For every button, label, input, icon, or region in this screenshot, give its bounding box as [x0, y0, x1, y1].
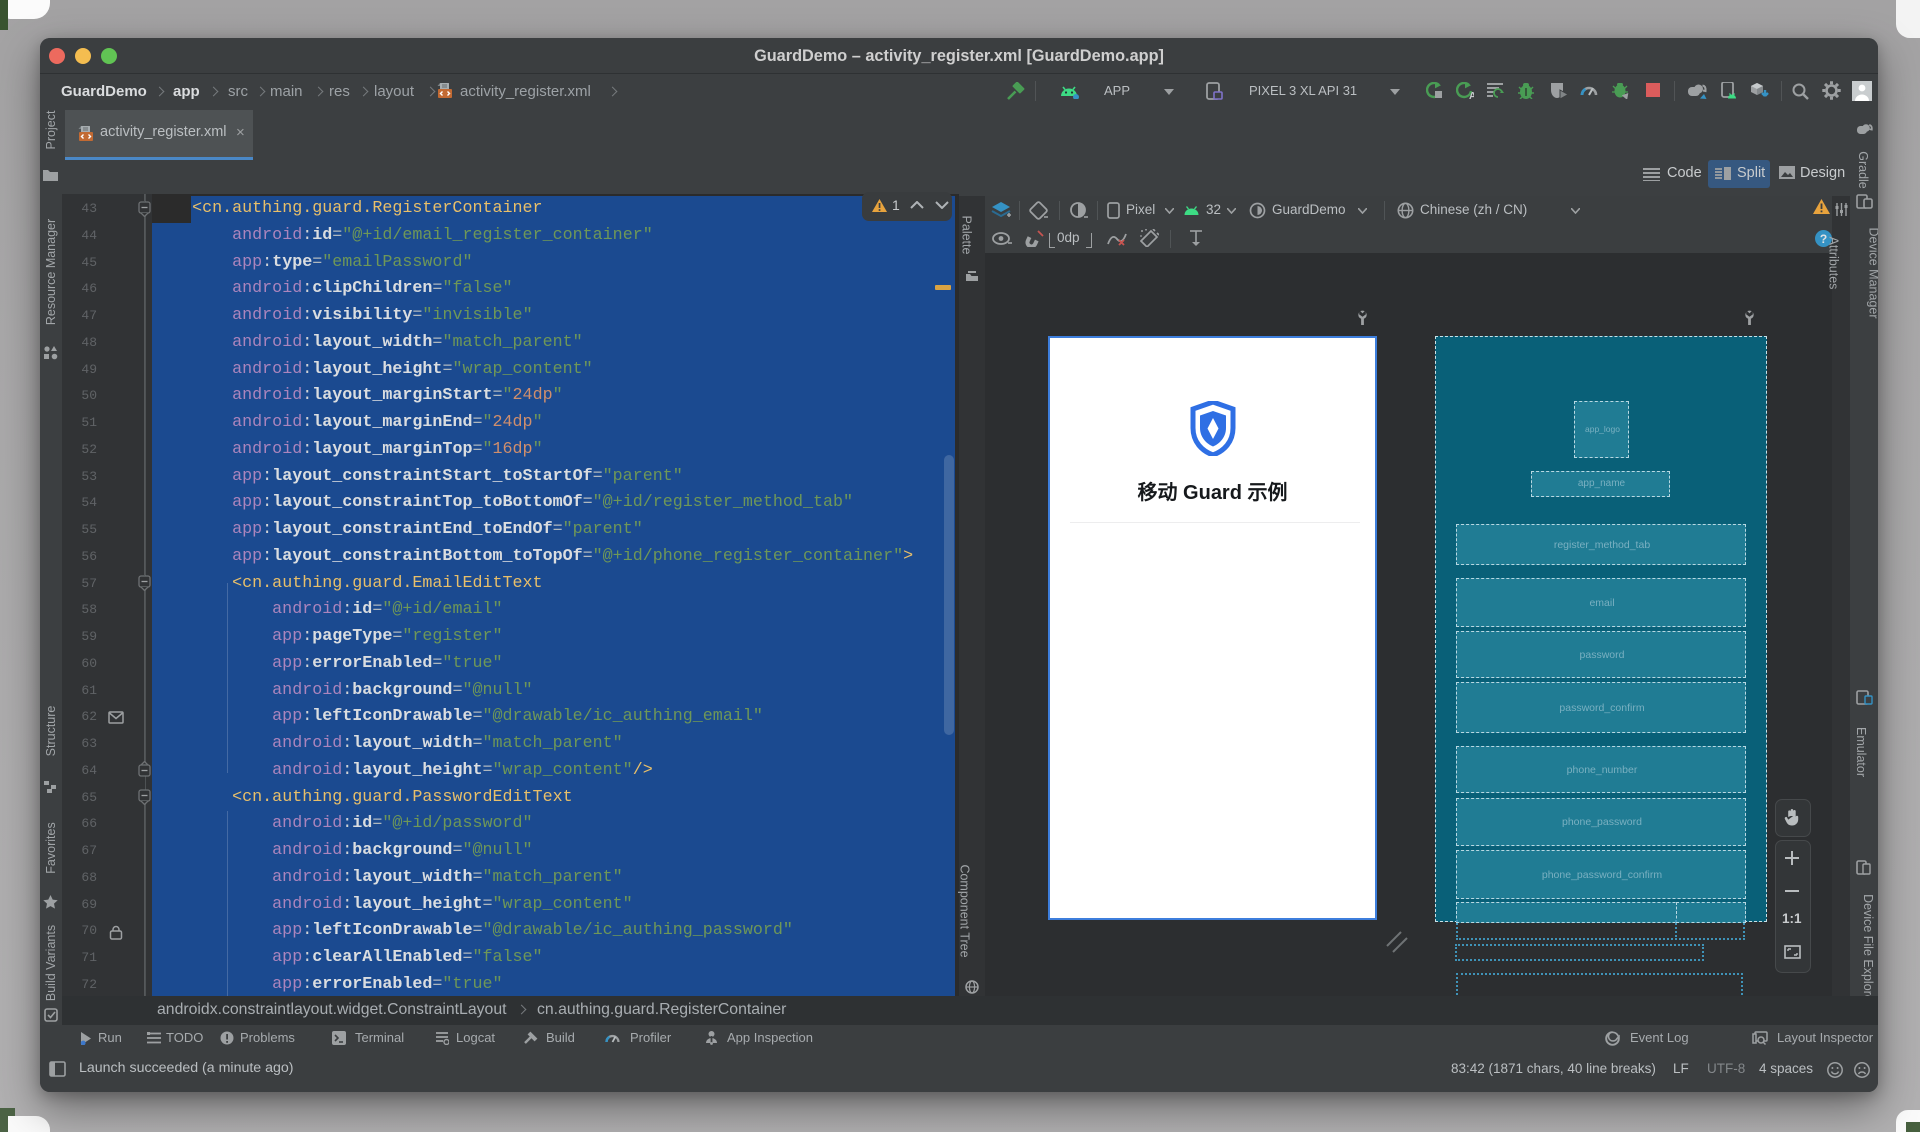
- svg-text:A: A: [1469, 91, 1474, 99]
